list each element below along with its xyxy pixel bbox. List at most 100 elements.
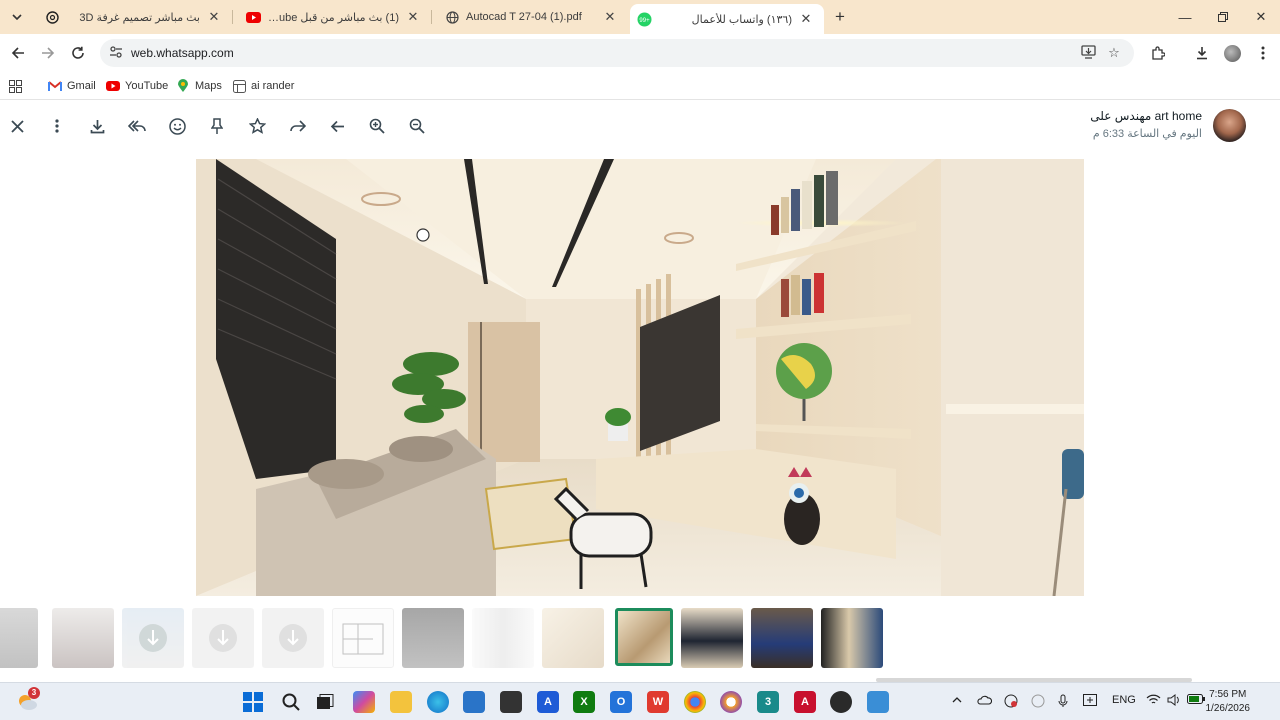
address-bar[interactable]: web.whatsapp.com ☆ [100,39,1134,67]
message-timestamp: اليوم في الساعة 6:33 م [1092,128,1202,140]
show-hidden-icons[interactable] [952,694,962,706]
extensions-icon[interactable] [1147,42,1169,64]
windows-start-icon[interactable] [242,691,264,713]
whatsapp-icon: 99+ [636,11,652,27]
tab-3d-room-design[interactable]: بث مباشر تصميم غرفة 3D ✕ [32,0,232,34]
new-tab-button[interactable]: + [830,7,850,27]
store-icon[interactable] [463,691,485,713]
tab-strip: بث مباشر تصميم غرفة 3D ✕ (1) بث مباشر من… [0,0,1280,34]
zoom-in-icon[interactable] [366,115,388,137]
close-tab-icon[interactable]: ✕ [602,9,618,25]
profile-avatar-icon[interactable] [1221,42,1243,64]
close-icon[interactable] [6,115,28,137]
thumbnail[interactable] [681,608,743,668]
apps-grid-icon[interactable] [9,78,22,94]
bookmark-gmail[interactable]: Gmail [48,78,96,94]
thumbnail-selected[interactable] [615,608,673,666]
thumbnail[interactable] [122,608,184,668]
tab-title: (1) بث مباشر من قبل YouTube - [261,11,399,24]
windows-taskbar: 3 A X O W 3 A ENG 7:56 PM 1/26/2026 [0,682,1280,720]
close-tab-icon[interactable]: ✕ [206,9,222,25]
zoom-out-icon[interactable] [406,115,428,137]
close-tab-icon[interactable]: ✕ [405,9,421,25]
tab-title: بث مباشر تصميم غرفة 3D [79,11,200,24]
tab-search-chevron-icon[interactable] [6,7,28,27]
xbox-icon[interactable]: X [573,691,595,713]
weather-widget-icon[interactable]: 3 [16,687,40,713]
browser-toolbar: web.whatsapp.com ☆ [0,34,1280,72]
volume-icon[interactable] [1167,694,1181,709]
bookmark-ai-rander[interactable]: ai rander [232,78,294,94]
star-icon[interactable] [246,115,268,137]
downloads-icon[interactable] [1191,42,1213,64]
bookmark-label: ai rander [251,80,295,92]
thumbnail[interactable] [52,608,114,668]
photos-icon[interactable] [867,691,889,713]
url-text: web.whatsapp.com [131,46,234,60]
thumbnail[interactable] [472,608,534,668]
outlook-icon[interactable]: O [610,691,632,713]
reload-button[interactable] [67,42,89,64]
site-info-icon[interactable] [108,45,124,61]
tray-app-icon-2[interactable] [1031,694,1045,711]
bookmark-youtube[interactable]: YouTube [106,78,168,94]
thumbnail[interactable] [192,608,254,668]
media-app-icon[interactable] [720,691,742,713]
autocad-icon[interactable]: A [794,691,816,713]
wifi-icon[interactable] [1146,694,1161,709]
thumbnail[interactable] [542,608,604,668]
battery-icon[interactable] [1187,694,1205,707]
chrome-icon[interactable] [684,691,706,713]
autodesk-icon[interactable]: A [537,691,559,713]
pin-icon[interactable] [206,115,228,137]
search-icon[interactable] [280,691,302,713]
globe-icon [444,9,460,25]
thumbnail[interactable] [821,608,883,668]
thumbnail[interactable] [262,608,324,668]
tab-autocad-pdf[interactable]: Autocad T 27-04 (1).pdf ✕ [432,0,628,34]
restore-button[interactable] [1204,0,1242,34]
youtube-icon [245,9,261,25]
onedrive-icon[interactable] [977,694,993,709]
screen-capture-icon[interactable] [1083,694,1097,709]
close-tab-icon[interactable]: ✕ [798,11,814,27]
forward-button[interactable] [37,42,59,64]
thumbnail[interactable] [751,608,813,668]
svg-text:99+: 99+ [639,18,650,24]
bookmark-star-icon[interactable]: ☆ [1106,45,1122,61]
emoji-icon[interactable] [166,115,188,137]
back-button[interactable] [7,42,29,64]
bookmarks-bar: Gmail YouTube Maps ai rander [0,72,1280,100]
tab-youtube-live[interactable]: (1) بث مباشر من قبل YouTube - ✕ [233,0,431,34]
tab-whatsapp-business[interactable]: 99+ (١٣٦) واتساب للأعمال ✕ [630,4,824,34]
thumbnail[interactable] [0,608,38,668]
bookmark-label: YouTube [125,80,169,92]
thumbnail[interactable] [402,608,464,668]
thumbnail[interactable] [332,608,394,668]
avatar[interactable] [1213,109,1246,142]
install-app-icon[interactable] [1080,45,1096,61]
task-view-icon[interactable] [314,691,336,713]
reply-icon[interactable] [126,115,148,137]
language-indicator[interactable]: ENG [1112,694,1136,706]
bookmark-maps[interactable]: Maps [176,78,222,94]
file-explorer-icon[interactable] [390,691,412,713]
menu-icon[interactable] [46,115,68,137]
copilot-icon[interactable] [353,691,375,713]
browser-menu-icon[interactable] [1252,42,1274,64]
close-window-button[interactable]: ✕ [1242,0,1280,34]
back-arrow-icon[interactable] [326,115,348,137]
edge-icon[interactable] [427,691,449,713]
download-icon[interactable] [86,115,108,137]
minimize-button[interactable]: — [1166,0,1204,34]
forward-icon[interactable] [286,115,308,137]
3ds-max-icon[interactable]: 3 [757,691,779,713]
thumbnail-strip [0,600,1280,678]
tray-app-icon[interactable] [1004,694,1018,711]
microphone-icon[interactable] [1058,694,1068,711]
blender-cube-icon[interactable] [500,691,522,713]
maps-icon [176,79,190,93]
system-clock[interactable]: 7:56 PM 1/26/2026 [1206,688,1251,716]
wps-office-icon[interactable]: W [647,691,669,713]
obs-icon[interactable] [830,691,852,713]
